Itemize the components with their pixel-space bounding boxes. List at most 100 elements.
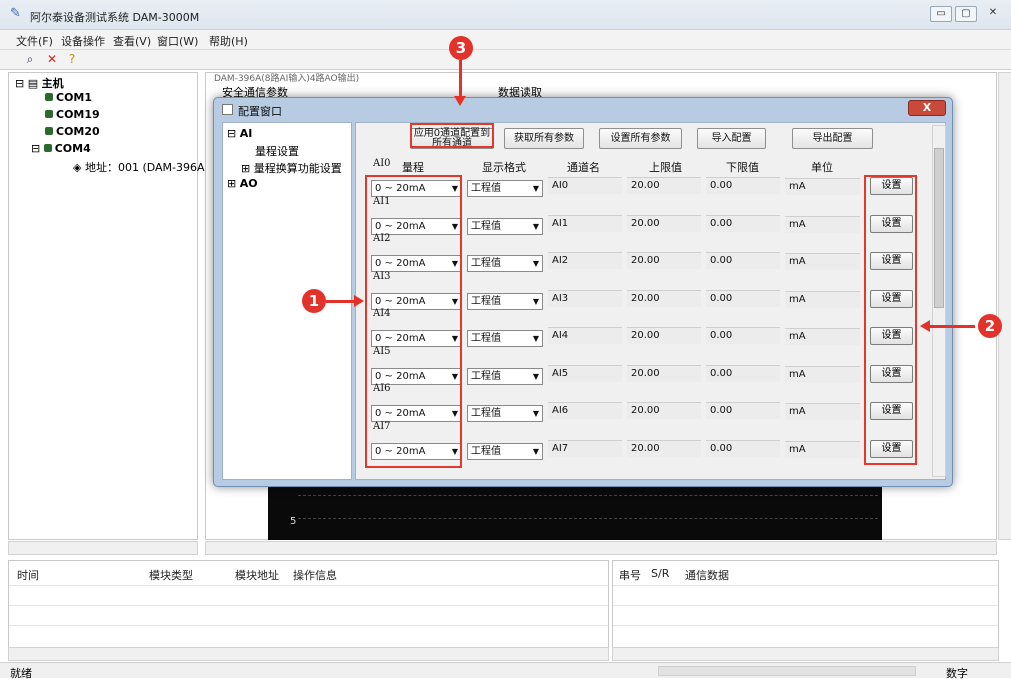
channel-name-field[interactable]: AI7 (548, 439, 622, 457)
menu-device[interactable]: 设备操作 (61, 33, 105, 49)
pane-hscroll[interactable] (205, 541, 997, 555)
lower-limit-field[interactable]: 0.00 (706, 327, 780, 344)
unit-field[interactable]: mA (785, 290, 860, 308)
tree-node-ai[interactable]: ⊟ AI (227, 127, 252, 140)
delete-icon[interactable]: ✕ (44, 51, 60, 67)
menu-window[interactable]: 窗口(W) (157, 33, 198, 49)
import-config-button[interactable]: 导入配置 (697, 128, 766, 149)
upper-limit-field[interactable]: 20.00 (627, 327, 701, 344)
row-divider (9, 625, 608, 626)
scroll-thumb[interactable] (934, 148, 944, 308)
channel-name-field[interactable]: AI2 (548, 252, 622, 269)
unit-field[interactable]: mA (785, 365, 860, 383)
lower-limit-field[interactable]: 0.00 (706, 402, 780, 419)
format-value: 工程值 (471, 370, 501, 382)
tree-node-ao[interactable]: ⊞ AO (227, 177, 258, 190)
format-select[interactable]: 工程值 ▼ (467, 442, 543, 460)
chevron-down-icon: ▼ (532, 296, 539, 306)
port-icon (43, 144, 52, 152)
format-select[interactable]: 工程值 ▼ (467, 292, 543, 310)
help-icon[interactable]: ? (64, 51, 80, 67)
format-select[interactable]: 工程值 ▼ (467, 367, 543, 385)
channel-name-field[interactable]: AI0 (548, 177, 622, 194)
maximize-button[interactable]: ▢ (955, 6, 977, 22)
unit-field[interactable]: mA (785, 403, 860, 420)
title-bar: ✎ 阿尔泰设备测试系统 DAM-3000M ▭ ▢ ✕ (0, 0, 1011, 30)
lower-limit-field[interactable]: 0.00 (706, 289, 780, 307)
panel-vscroll[interactable] (932, 125, 946, 477)
chevron-down-icon: ▼ (532, 221, 539, 231)
format-select[interactable]: 工程值 ▼ (467, 180, 543, 197)
header-upper: 上限值 (649, 161, 682, 174)
tree-port-com19[interactable]: COM19 (45, 108, 100, 121)
search-icon[interactable]: ⌕ (22, 51, 38, 67)
unit-field[interactable]: mA (785, 178, 860, 195)
menu-file[interactable]: 文件(F) (16, 33, 53, 49)
close-button[interactable]: ✕ (982, 6, 1004, 22)
tree-node-range-setting[interactable]: 量程设置 (255, 143, 299, 159)
app-icon: ✎ (10, 6, 21, 21)
toolbar: ⌕ ✕ ? (0, 50, 1011, 70)
format-select[interactable]: 工程值 ▼ (467, 405, 543, 422)
tree-device[interactable]: ◈ 地址：001 (DAM-396A) (73, 159, 209, 175)
minimize-button[interactable]: ▭ (930, 6, 952, 22)
annotation-badge-3: 3 (449, 36, 473, 60)
format-select[interactable]: 工程值 ▼ (467, 330, 543, 347)
lower-limit-field[interactable]: 0.00 (706, 177, 780, 194)
format-value: 工程值 (471, 333, 501, 344)
export-config-button[interactable]: 导出配置 (792, 128, 873, 149)
lower-limit-field[interactable]: 0.00 (706, 214, 780, 232)
upper-limit-field[interactable]: 20.00 (627, 252, 701, 269)
lower-limit-field[interactable]: 0.00 (706, 252, 780, 269)
arrowhead-icon (920, 320, 930, 332)
status-bar: 就绪 数字 (0, 662, 1011, 680)
tree-port-com4[interactable]: ⊟ COM4 (31, 142, 91, 155)
lower-limit-field[interactable]: 0.00 (706, 439, 780, 457)
log-hscroll[interactable] (8, 647, 609, 661)
lower-limit-field[interactable]: 0.00 (706, 364, 780, 382)
chevron-down-icon: ▼ (532, 259, 539, 268)
channel-name-field[interactable]: AI1 (548, 214, 622, 232)
header-lower: 下限值 (726, 161, 759, 174)
chevron-down-icon: ▼ (532, 446, 539, 456)
config-dialog: 配置窗口 X ⊟ AI 量程设置 ⊞ 量程换算功能设置 ⊞ AO 应用0通道配置… (213, 97, 953, 487)
unit-field[interactable]: mA (785, 440, 860, 458)
tree-port-com20[interactable]: COM20 (45, 125, 100, 138)
format-value: 工程值 (471, 408, 501, 419)
format-select[interactable]: 工程值 ▼ (467, 255, 543, 272)
comm-hscroll[interactable] (612, 647, 999, 661)
grid-line (298, 495, 878, 496)
channel-name-field[interactable]: AI4 (548, 327, 622, 344)
get-params-button[interactable]: 获取所有参数 (504, 128, 584, 149)
channel-name-field[interactable]: AI5 (548, 364, 622, 382)
pane-title: DAM-396A(8路AI输入)4路AO输出) (214, 74, 360, 84)
channel-name-field[interactable]: AI3 (548, 289, 622, 307)
menu-view[interactable]: 查看(V) (113, 33, 151, 49)
channel-name-field[interactable]: AI6 (548, 402, 622, 419)
dialog-close-button[interactable]: X (908, 100, 946, 116)
unit-field[interactable]: mA (785, 215, 860, 233)
upper-limit-field[interactable]: 20.00 (627, 402, 701, 419)
format-value: 工程值 (471, 295, 501, 307)
tree-node-range-convert[interactable]: ⊞ 量程换算功能设置 (241, 160, 342, 176)
unit-field[interactable]: mA (785, 328, 860, 345)
set-params-button[interactable]: 设置所有参数 (599, 128, 682, 149)
format-select[interactable]: 工程值 ▼ (467, 217, 543, 235)
chevron-down-icon: ▼ (532, 184, 539, 193)
upper-limit-field[interactable]: 20.00 (627, 214, 701, 232)
tree-port-com1[interactable]: COM1 (45, 91, 92, 104)
port-icon (45, 127, 53, 135)
tree-root[interactable]: ⊟ ▤ 主机 (15, 75, 64, 91)
upper-limit-field[interactable]: 20.00 (627, 364, 701, 382)
format-value: 工程值 (471, 258, 501, 269)
pane-vscroll[interactable] (998, 72, 1011, 540)
upper-limit-field[interactable]: 20.00 (627, 177, 701, 194)
upper-limit-field[interactable]: 20.00 (627, 439, 701, 457)
tree-hscroll[interactable] (8, 541, 198, 555)
header-format: 显示格式 (482, 161, 526, 174)
log-header-module-type: 模块类型 (149, 569, 193, 582)
unit-field[interactable]: mA (785, 253, 860, 270)
upper-limit-field[interactable]: 20.00 (627, 289, 701, 307)
progress-bar (658, 666, 916, 676)
menu-help[interactable]: 帮助(H) (209, 33, 248, 49)
